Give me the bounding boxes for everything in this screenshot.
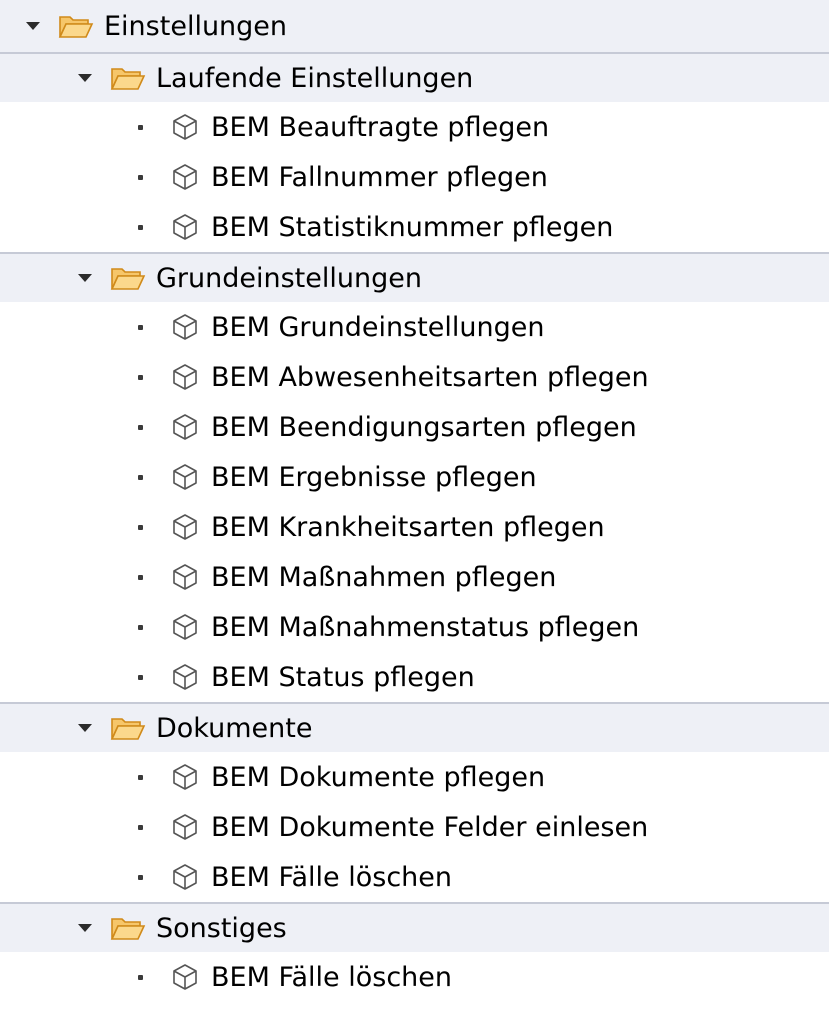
tree-leaf-label: BEM Beauftragte pflegen <box>211 111 550 143</box>
tree-leaf-item[interactable]: BEM Fallnummer pflegen <box>0 152 829 202</box>
cube-icon <box>171 363 199 391</box>
tree-leaf-item[interactable]: BEM Statistiknummer pflegen <box>0 202 829 252</box>
bullet-icon <box>138 824 143 830</box>
tree-node-group-laufende-einstellungen[interactable]: Laufende Einstellungen <box>0 52 829 102</box>
cube-icon <box>171 863 199 891</box>
tree-leaf-label: BEM Dokumente pflegen <box>211 761 546 793</box>
cube-icon <box>171 413 199 441</box>
bullet-icon <box>138 874 143 880</box>
tree-leaf-label: BEM Maßnahmenstatus pflegen <box>211 611 640 643</box>
expand-arrow-icon[interactable] <box>78 924 92 932</box>
cube-icon <box>171 963 199 991</box>
expand-arrow-icon[interactable] <box>26 22 40 30</box>
bullet-icon <box>138 124 143 130</box>
bullet-icon <box>138 474 143 480</box>
bullet-icon <box>138 374 143 380</box>
tree-node-root[interactable]: Einstellungen <box>0 0 829 52</box>
bullet-icon <box>138 524 143 530</box>
tree-leaf-item[interactable]: BEM Dokumente Felder einlesen <box>0 802 829 852</box>
bullet-icon <box>138 624 143 630</box>
tree-leaf-label: BEM Maßnahmen pflegen <box>211 561 557 593</box>
tree-leaf-item[interactable]: BEM Fälle löschen <box>0 952 829 1002</box>
tree-leaf-item[interactable]: BEM Maßnahmenstatus pflegen <box>0 602 829 652</box>
tree-leaf-item[interactable]: BEM Beendigungsarten pflegen <box>0 402 829 452</box>
tree-leaf-item[interactable]: BEM Maßnahmen pflegen <box>0 552 829 602</box>
bullet-icon <box>138 674 143 680</box>
cube-icon <box>171 763 199 791</box>
cube-icon <box>171 163 199 191</box>
tree-view: Einstellungen Laufende Einstellungen BEM… <box>0 0 829 1010</box>
tree-leaf-label: BEM Grundeinstellungen <box>211 311 545 343</box>
cube-icon <box>171 563 199 591</box>
expand-arrow-icon[interactable] <box>78 74 92 82</box>
cube-icon <box>171 663 199 691</box>
cube-icon <box>171 513 199 541</box>
tree-node-label: Sonstiges <box>156 912 287 944</box>
bullet-icon <box>138 974 143 980</box>
bullet-icon <box>138 424 143 430</box>
tree-leaf-item[interactable]: BEM Dokumente pflegen <box>0 752 829 802</box>
expand-arrow-icon[interactable] <box>78 274 92 282</box>
cube-icon <box>171 813 199 841</box>
tree-leaf-item[interactable]: BEM Status pflegen <box>0 652 829 702</box>
cube-icon <box>171 313 199 341</box>
tree-leaf-item[interactable]: BEM Ergebnisse pflegen <box>0 452 829 502</box>
folder-open-icon <box>110 915 146 941</box>
bullet-icon <box>138 324 143 330</box>
tree-node-group-sonstiges[interactable]: Sonstiges <box>0 902 829 952</box>
tree-leaf-label: BEM Fälle löschen <box>211 961 453 993</box>
tree-leaf-item[interactable]: BEM Beauftragte pflegen <box>0 102 829 152</box>
cube-icon <box>171 113 199 141</box>
tree-node-label: Laufende Einstellungen <box>156 62 474 94</box>
tree-node-label: Dokumente <box>156 712 313 744</box>
bullet-icon <box>138 224 143 230</box>
bullet-icon <box>138 574 143 580</box>
expand-arrow-icon[interactable] <box>78 724 92 732</box>
tree-leaf-label: BEM Statistiknummer pflegen <box>211 211 614 243</box>
tree-leaf-item[interactable]: BEM Fälle löschen <box>0 852 829 902</box>
tree-leaf-item[interactable]: BEM Abwesenheitsarten pflegen <box>0 352 829 402</box>
tree-leaf-label: BEM Status pflegen <box>211 661 475 693</box>
folder-open-icon <box>110 265 146 291</box>
bullet-icon <box>138 774 143 780</box>
tree-node-group-dokumente[interactable]: Dokumente <box>0 702 829 752</box>
tree-leaf-label: BEM Ergebnisse pflegen <box>211 461 537 493</box>
tree-leaf-label: BEM Dokumente Felder einlesen <box>211 811 649 843</box>
tree-leaf-label: BEM Fallnummer pflegen <box>211 161 548 193</box>
bullet-icon <box>138 174 143 180</box>
folder-open-icon <box>110 65 146 91</box>
tree-leaf-label: BEM Beendigungsarten pflegen <box>211 411 637 443</box>
tree-leaf-label: BEM Krankheitsarten pflegen <box>211 511 605 543</box>
tree-leaf-item[interactable]: BEM Grundeinstellungen <box>0 302 829 352</box>
tree-node-group-grundeinstellungen[interactable]: Grundeinstellungen <box>0 252 829 302</box>
tree-leaf-label: BEM Abwesenheitsarten pflegen <box>211 361 649 393</box>
cube-icon <box>171 213 199 241</box>
tree-node-label: Einstellungen <box>104 10 288 42</box>
folder-open-icon <box>110 715 146 741</box>
tree-leaf-item[interactable]: BEM Krankheitsarten pflegen <box>0 502 829 552</box>
cube-icon <box>171 463 199 491</box>
folder-open-icon <box>58 13 94 39</box>
tree-leaf-label: BEM Fälle löschen <box>211 861 453 893</box>
cube-icon <box>171 613 199 641</box>
tree-node-label: Grundeinstellungen <box>156 262 422 294</box>
